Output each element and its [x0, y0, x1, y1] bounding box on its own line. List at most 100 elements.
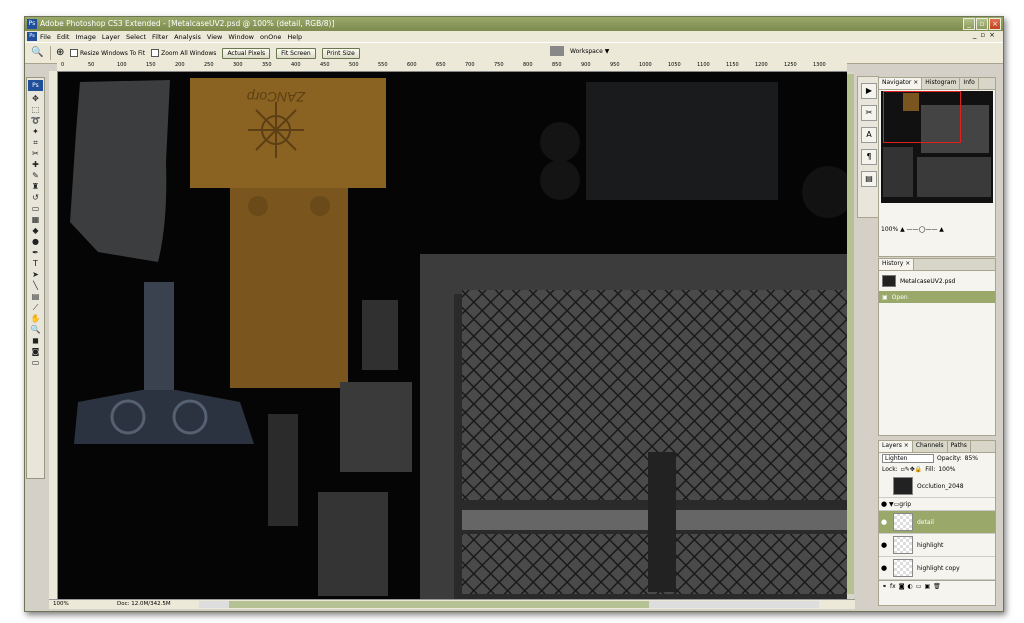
- menu-help[interactable]: Help: [287, 33, 302, 41]
- status-zoom[interactable]: 100%: [53, 600, 69, 609]
- move-tool-icon[interactable]: ✥: [27, 93, 44, 104]
- mask-icon[interactable]: ◙: [899, 583, 905, 590]
- quick-mask-icon[interactable]: ◙: [27, 346, 44, 357]
- tab-layers[interactable]: Layers ×: [879, 441, 913, 452]
- navigator-preview[interactable]: [881, 91, 993, 203]
- layer-thumbnail: [893, 559, 913, 577]
- horizontal-scroll-thumb[interactable]: [229, 601, 649, 608]
- link-icon[interactable]: ⚭: [882, 583, 887, 590]
- layer-row[interactable]: Occlution_2048: [879, 475, 995, 498]
- opacity-field[interactable]: 85%: [965, 455, 978, 462]
- blur-tool-icon[interactable]: ◆: [27, 225, 44, 236]
- trash-icon[interactable]: 🗑: [933, 583, 941, 590]
- status-bar: 100% Doc: 12.0M/342.5M: [49, 599, 855, 609]
- layer-comps-icon[interactable]: ▤: [861, 171, 877, 187]
- line-tool-icon[interactable]: ╲: [27, 280, 44, 291]
- tab-info[interactable]: Info: [960, 78, 979, 89]
- new-group-icon[interactable]: ▭: [916, 583, 922, 590]
- navigator-zoom-value[interactable]: 100%: [881, 226, 898, 233]
- pen-tool-icon[interactable]: ✒: [27, 247, 44, 258]
- zoom-in-out-icon[interactable]: ⊕: [56, 47, 70, 59]
- zoom-in-icon[interactable]: ▲: [939, 226, 944, 233]
- tab-channels[interactable]: Channels: [913, 441, 948, 452]
- lock-icons[interactable]: ▫✎✥🔒: [901, 466, 923, 473]
- layer-row[interactable]: ● highlight: [879, 534, 995, 557]
- document-canvas[interactable]: ZANCorp: [58, 72, 847, 599]
- minimize-button[interactable]: _: [963, 18, 975, 30]
- history-snapshot[interactable]: MetalcaseUV2.psd: [879, 271, 995, 291]
- workspace-menu[interactable]: Workspace ▼: [550, 46, 609, 56]
- zoom-tool-icon[interactable]: 🔍: [31, 47, 45, 59]
- color-swatches-icon[interactable]: ◼: [27, 335, 44, 346]
- paragraph-icon[interactable]: ¶: [861, 149, 877, 165]
- character-icon[interactable]: A: [861, 127, 877, 143]
- magic-wand-icon[interactable]: ✦: [27, 126, 44, 137]
- fit-screen-button[interactable]: Fit Screen: [276, 47, 316, 59]
- lasso-tool-icon[interactable]: ➰: [27, 115, 44, 126]
- menu-onone[interactable]: onOne: [260, 33, 281, 41]
- zoom-tool-icon[interactable]: 🔍: [27, 324, 44, 335]
- document-icon[interactable]: Ps: [27, 32, 37, 41]
- gradient-tool-icon[interactable]: ▦: [27, 214, 44, 225]
- eye-icon[interactable]: ●: [879, 541, 889, 549]
- history-state-icon: ▣: [882, 293, 888, 301]
- marquee-tool-icon[interactable]: ⬚: [27, 104, 44, 115]
- menu-file[interactable]: File: [40, 33, 51, 41]
- navigator-view-box[interactable]: [883, 91, 961, 143]
- eye-icon[interactable]: ●: [879, 564, 889, 572]
- fx-icon[interactable]: fx: [890, 583, 896, 590]
- tab-history[interactable]: History ×: [879, 259, 915, 270]
- menu-layer[interactable]: Layer: [102, 33, 120, 41]
- maximize-button[interactable]: ▫: [976, 18, 988, 30]
- slice-tool-icon[interactable]: ✂: [27, 148, 44, 159]
- new-layer-icon[interactable]: ▣: [924, 583, 930, 590]
- dodge-tool-icon[interactable]: ●: [27, 236, 44, 247]
- menu-window[interactable]: Window: [228, 33, 254, 41]
- brush-tool-icon[interactable]: ✎: [27, 170, 44, 181]
- menu-image[interactable]: Image: [75, 33, 95, 41]
- blend-mode-select[interactable]: Lighten: [882, 454, 934, 463]
- actions-icon[interactable]: ▶: [861, 83, 877, 99]
- crop-tool-icon[interactable]: ⌗: [27, 137, 44, 148]
- clone-stamp-icon[interactable]: ♜: [27, 181, 44, 192]
- tab-paths[interactable]: Paths: [948, 441, 971, 452]
- resize-windows-checkbox[interactable]: Resize Windows To Fit: [70, 49, 145, 57]
- screen-mode-icon[interactable]: ▭: [27, 357, 44, 368]
- notes-tool-icon[interactable]: ▤: [27, 291, 44, 302]
- texture-artwork: ZANCorp: [70, 78, 847, 599]
- print-size-button[interactable]: Print Size: [321, 47, 360, 59]
- healing-brush-icon[interactable]: ✚: [27, 159, 44, 170]
- tab-histogram[interactable]: Histogram: [922, 78, 961, 89]
- eraser-icon[interactable]: ▭: [27, 203, 44, 214]
- layer-group-row[interactable]: ● ▼▭ grip: [879, 498, 995, 511]
- type-tool-icon[interactable]: T: [27, 258, 44, 269]
- tools-presets-icon[interactable]: ✂: [861, 105, 877, 121]
- eye-icon[interactable]: ●: [879, 518, 889, 526]
- document-window-controls[interactable]: _▫×: [973, 31, 999, 39]
- layer-row-selected[interactable]: ● detail: [879, 511, 995, 534]
- history-brush-icon[interactable]: ↺: [27, 192, 44, 203]
- zoom-all-windows-checkbox[interactable]: Zoom All Windows: [151, 49, 216, 57]
- horizontal-scrollbar[interactable]: [199, 601, 819, 608]
- close-button[interactable]: ×: [989, 18, 1001, 30]
- eyedropper-icon[interactable]: ⟋: [27, 302, 44, 313]
- path-selection-icon[interactable]: ➤: [27, 269, 44, 280]
- actual-pixels-button[interactable]: Actual Pixels: [222, 47, 271, 59]
- hand-tool-icon[interactable]: ✋: [27, 313, 44, 324]
- menu-view[interactable]: View: [207, 33, 222, 41]
- vertical-scrollbar[interactable]: [847, 72, 854, 599]
- zoom-slider[interactable]: ——◯——: [907, 226, 938, 233]
- menu-select[interactable]: Select: [126, 33, 146, 41]
- vertical-scroll-thumb[interactable]: [847, 74, 854, 594]
- window-title: Adobe Photoshop CS3 Extended - [Metalcas…: [40, 19, 335, 28]
- menu-edit[interactable]: Edit: [57, 33, 70, 41]
- grip-base: [74, 390, 254, 444]
- history-item-open[interactable]: ▣ Open: [879, 291, 995, 303]
- tab-navigator[interactable]: Navigator ×: [879, 78, 923, 89]
- adjustment-icon[interactable]: ◐: [908, 583, 913, 590]
- menu-analysis[interactable]: Analysis: [174, 33, 201, 41]
- layer-row[interactable]: ● highlight copy: [879, 557, 995, 580]
- eye-icon[interactable]: ●: [879, 500, 889, 508]
- fill-field[interactable]: 100%: [938, 466, 955, 473]
- menu-filter[interactable]: Filter: [152, 33, 168, 41]
